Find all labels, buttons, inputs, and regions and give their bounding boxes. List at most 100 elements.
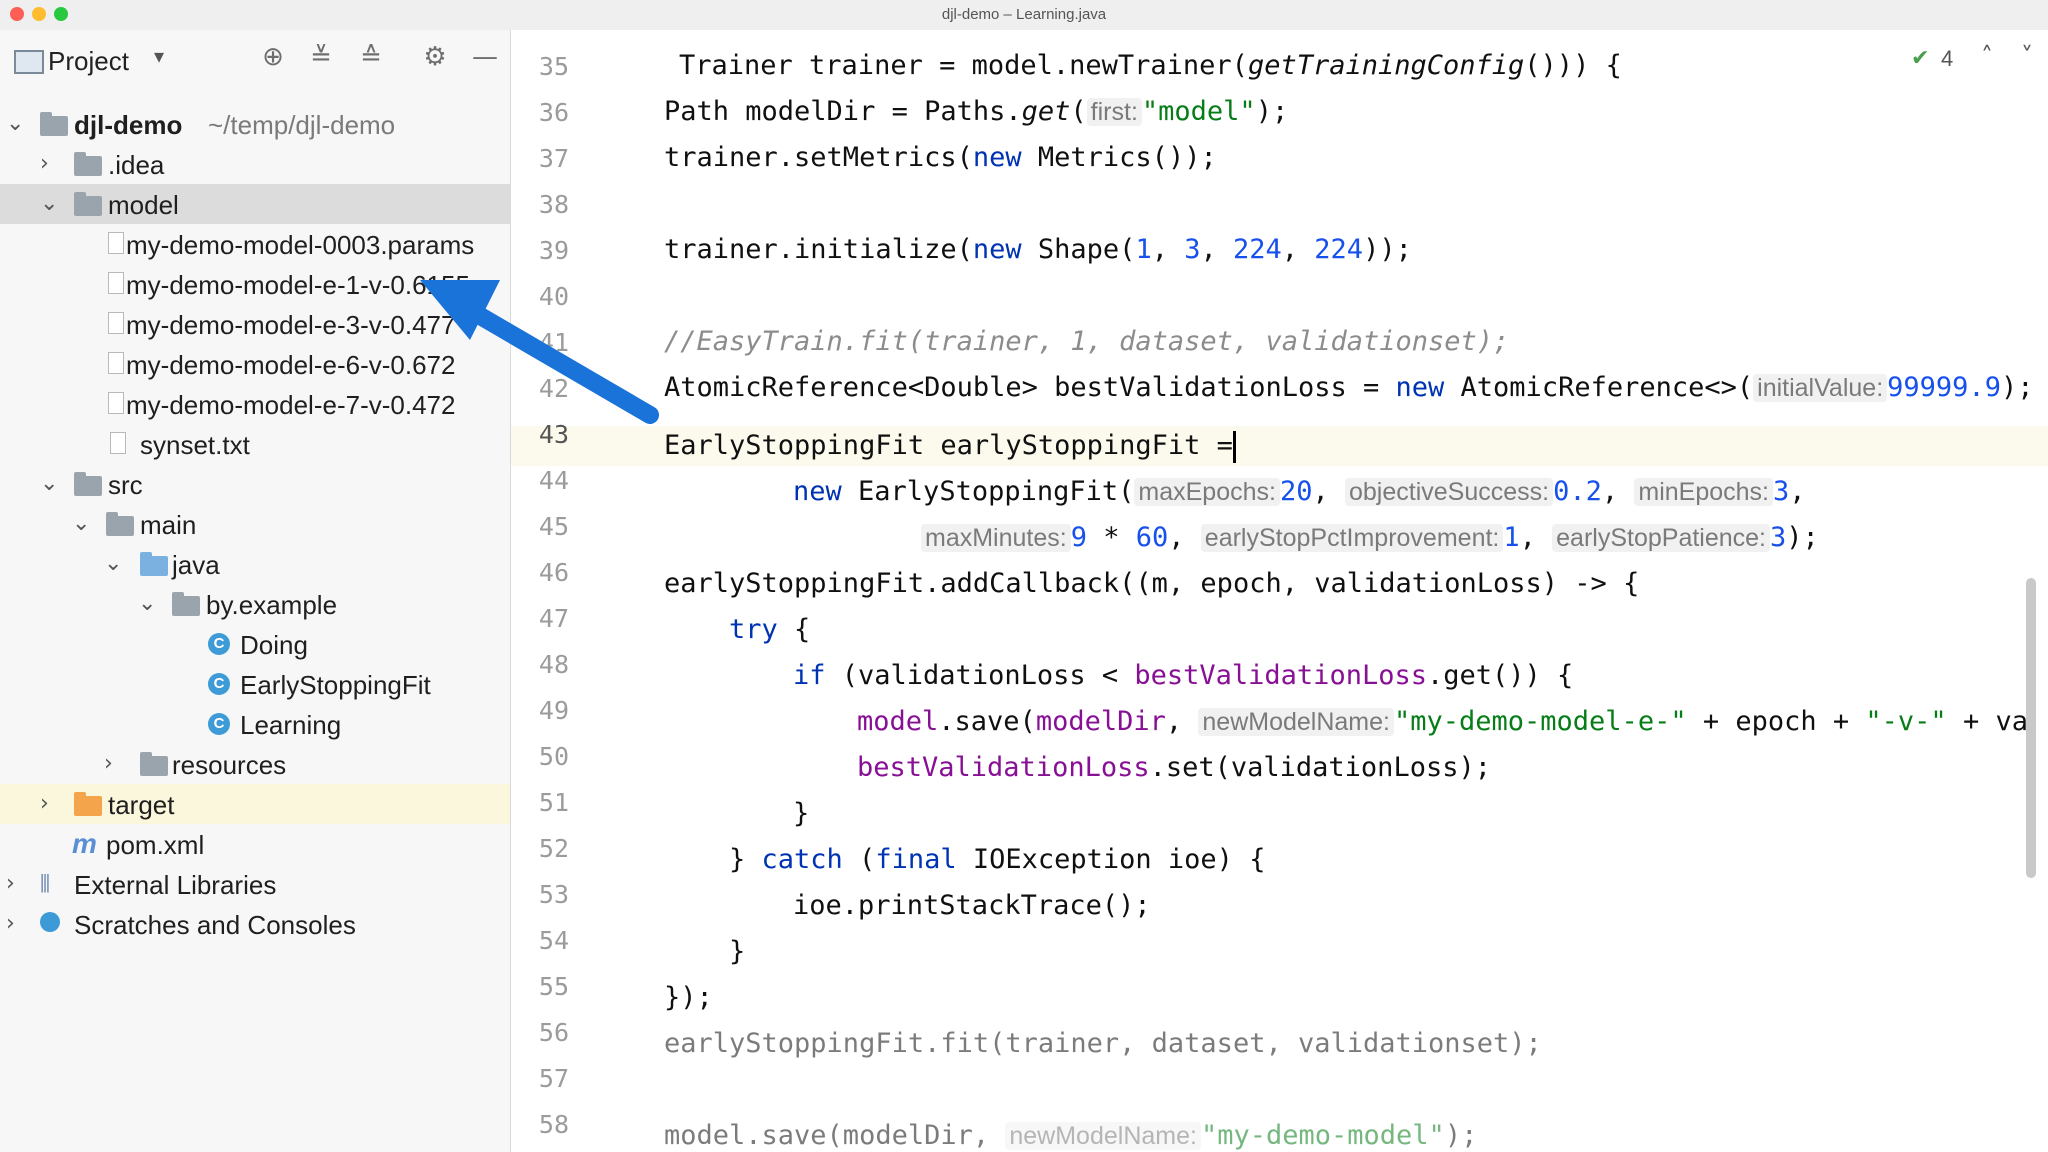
tree-item-class[interactable]: C Doing (0, 624, 510, 664)
tree-item-label: my-demo-model-e-7-v-0.472 (126, 390, 456, 420)
code-token: "my-demo-model-e-" (1393, 706, 1687, 737)
parameter-hint: newModelName: (1005, 1122, 1201, 1150)
chevron-right-icon[interactable]: › (6, 910, 28, 938)
chevron-right-icon[interactable]: › (6, 870, 28, 898)
java-class-icon: C (208, 673, 230, 695)
code-token: ())) { (1524, 50, 1622, 81)
tree-item-label: model (108, 190, 179, 220)
java-class-icon: C (208, 713, 230, 735)
code-editor[interactable]: 35 36 37 38 39 40 41 42 43 44 45 46 47 48 49 50 51 52 53 54… (511, 30, 2048, 1152)
code-token: getTrainingConfig (1247, 50, 1525, 81)
chevron-down-icon[interactable]: ⌄ (40, 470, 62, 498)
code-line-51: } (793, 794, 809, 834)
tree-item-file[interactable]: my-demo-model-e-6-v-0.672 (0, 344, 510, 384)
tree-item-external-libraries[interactable]: › ⫴ External Libraries (0, 864, 510, 904)
hide-icon[interactable]: — (468, 42, 502, 72)
tree-item-label: pom.xml (106, 830, 205, 860)
code-token: model.save(modelDir, (664, 1120, 1006, 1151)
parameter-hint: minEpochs: (1634, 478, 1774, 506)
tree-item-class[interactable]: C Learning (0, 704, 510, 744)
tree-item-label: target (108, 790, 175, 820)
project-header: Project ▾ ⊕ ≚ ≙ ⚙ — (0, 30, 510, 78)
chevron-right-icon[interactable]: › (104, 750, 126, 778)
line-number: 45 (538, 512, 569, 541)
code-token: { (777, 614, 811, 645)
tree-item-root[interactable]: ⌄ djl-demo ~/temp/djl-demo (0, 104, 510, 144)
check-icon[interactable]: ✔ (1911, 46, 1929, 71)
file-icon (108, 392, 124, 414)
code-token: model (857, 706, 939, 737)
gear-icon[interactable]: ⚙ (418, 42, 452, 72)
chevron-right-icon[interactable]: › (40, 790, 62, 818)
tree-item-java[interactable]: ⌄ java (0, 544, 510, 584)
chevron-down-icon[interactable]: ⌄ (40, 190, 62, 218)
text-file-icon (110, 432, 126, 454)
code-line-43: EarlyStoppingFit earlyStoppingFit = (664, 426, 1236, 466)
code-token: final (875, 844, 957, 875)
chevron-right-icon[interactable]: › (40, 150, 62, 178)
folder-icon (74, 152, 102, 176)
tree-item-file[interactable]: my-demo-model-e-1-v-0.6155 (0, 264, 510, 304)
tree-item-class[interactable]: C EarlyStoppingFit (0, 664, 510, 704)
tree-item-resources[interactable]: › resources (0, 744, 510, 784)
code-token: EarlyStoppingFit( (841, 476, 1135, 507)
code-token: new (972, 142, 1022, 173)
chevron-down-icon[interactable]: ⌄ (72, 510, 94, 538)
line-number: 55 (538, 972, 569, 1001)
vertical-scrollbar[interactable] (2026, 578, 2036, 878)
tree-item-package[interactable]: ⌄ by.example (0, 584, 510, 624)
code-token: get (1021, 96, 1071, 127)
code-token: new (1395, 372, 1445, 403)
next-highlight-icon[interactable]: ˅ (2021, 42, 2033, 70)
locate-file-icon[interactable]: ⊕ (256, 42, 290, 72)
tree-item-pom[interactable]: m pom.xml (0, 824, 510, 864)
tree-item-label: src (108, 470, 143, 500)
tree-item-file[interactable]: my-demo-model-e-3-v-0.477 (0, 304, 510, 344)
tree-item-model[interactable]: ⌄ model (0, 184, 510, 224)
code-token: , (1312, 476, 1345, 507)
line-number: 53 (538, 880, 569, 909)
code-token: 3 (1184, 234, 1201, 265)
tree-item-idea[interactable]: › .idea (0, 144, 510, 184)
tree-item-file[interactable]: my-demo-model-e-7-v-0.472 (0, 384, 510, 424)
code-line-36: Path modelDir = Paths.get(first: "model")… (664, 92, 1288, 132)
chevron-down-icon[interactable]: ▾ (154, 44, 164, 68)
tree-item-main[interactable]: ⌄ main (0, 504, 510, 544)
code-line-52: } catch (final IOException ioe) { (729, 840, 1265, 880)
parameter-hint: first: (1086, 98, 1142, 126)
folder-icon (74, 472, 102, 496)
project-view-label[interactable]: Project (48, 46, 129, 77)
chevron-down-icon[interactable]: ⌄ (138, 590, 160, 618)
line-number: 43 (538, 420, 569, 449)
code-token: earlyStoppingFit.fit(trainer, dataset, v… (664, 1028, 1542, 1059)
excluded-folder-icon (74, 792, 102, 816)
tree-item-file[interactable]: my-demo-model-0003.params (0, 224, 510, 264)
collapse-all-icon[interactable]: ≙ (354, 42, 388, 72)
code-token: , (1165, 706, 1199, 737)
code-token: trainer.setMetrics( (664, 142, 973, 173)
code-token: EarlyStoppingFit earlyStoppingFit = (664, 430, 1233, 461)
code-line-58: model.save(modelDir, newModelName: "my-de… (664, 1116, 1477, 1152)
tree-item-scratches[interactable]: › Scratches and Consoles (0, 904, 510, 944)
inspection-count[interactable]: 4 (1941, 46, 1953, 72)
code-token: + va (1946, 706, 2028, 737)
code-line-55: }); (664, 978, 713, 1018)
chevron-down-icon[interactable]: ⌄ (104, 550, 126, 578)
tree-item-src[interactable]: ⌄ src (0, 464, 510, 504)
text-caret (1232, 430, 1236, 463)
code-line-46: earlyStoppingFit.addCallback((m, epoch, … (664, 564, 1639, 604)
previous-highlight-icon[interactable]: ˄ (1981, 42, 1993, 70)
parameter-hint: earlyStopPatience: (1552, 524, 1771, 552)
module-folder-icon (40, 112, 68, 136)
code-line-39: trainer.initialize(new Shape(1, 3, 224, … (664, 230, 1412, 270)
line-number: 35 (538, 52, 569, 81)
tree-item-file[interactable]: synset.txt (0, 424, 510, 464)
tree-item-label: .idea (108, 150, 165, 180)
code-token: , (1789, 476, 1806, 507)
chevron-down-icon[interactable]: ⌄ (6, 110, 28, 138)
file-icon (108, 312, 124, 334)
tree-item-target[interactable]: › target (0, 784, 510, 824)
code-line-35: Trainer trainer = model.newTrainer(getTr… (679, 46, 1622, 86)
line-number: 57 (538, 1064, 569, 1093)
expand-all-icon[interactable]: ≚ (304, 42, 338, 72)
